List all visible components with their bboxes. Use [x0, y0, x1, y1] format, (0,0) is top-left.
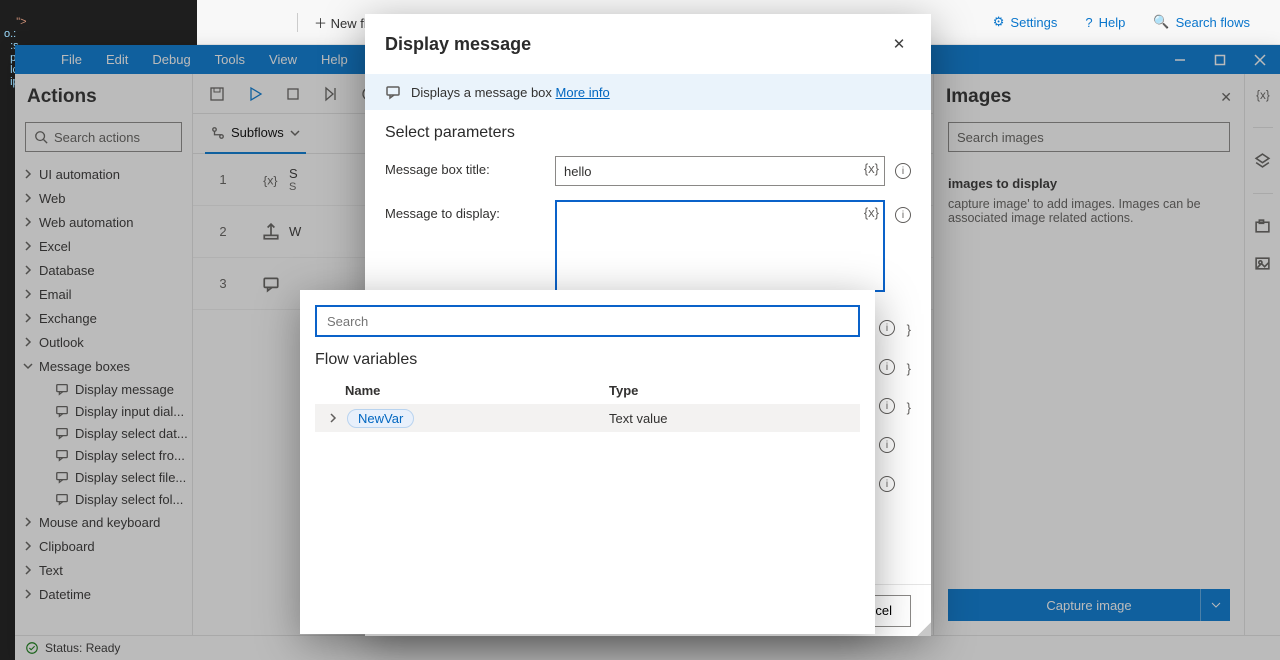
- variable-type: Text value: [609, 411, 668, 426]
- chevron-right-icon: [325, 413, 341, 423]
- variable-pill[interactable]: NewVar: [347, 409, 414, 428]
- message-icon: [385, 84, 401, 100]
- variable-picker-popup: Flow variables Name Type NewVar Text val…: [300, 290, 875, 634]
- more-info-link[interactable]: More info: [556, 85, 610, 100]
- settings-link[interactable]: ⚙ Settings: [993, 14, 1058, 30]
- variable-table-header: Name Type: [315, 377, 860, 404]
- resize-grip[interactable]: [917, 622, 931, 636]
- info-icon[interactable]: i: [879, 359, 895, 375]
- search-flows[interactable]: 🔍 Search flows: [1153, 14, 1250, 30]
- info-icon[interactable]: i: [895, 163, 911, 179]
- variable-search-input[interactable]: [315, 305, 860, 337]
- insert-variable-token[interactable]: {x}: [864, 161, 879, 176]
- info-icon[interactable]: i: [879, 476, 895, 492]
- message-title-label: Message box title:: [385, 156, 545, 177]
- modal-title: Display message: [385, 34, 531, 55]
- modal-description-bar: Displays a message box More info: [365, 74, 931, 110]
- info-icon[interactable]: i: [879, 398, 895, 414]
- help-link[interactable]: ? Help: [1085, 14, 1125, 30]
- flow-variables-heading: Flow variables: [315, 351, 860, 369]
- info-icon[interactable]: i: [879, 320, 895, 336]
- message-body-input[interactable]: [555, 200, 885, 292]
- modal-close-button[interactable]: ✕: [887, 32, 911, 56]
- select-parameters-heading: Select parameters: [385, 124, 911, 142]
- info-icon[interactable]: i: [879, 437, 895, 453]
- message-title-input[interactable]: [555, 156, 885, 186]
- insert-variable-token[interactable]: {x}: [864, 205, 879, 220]
- message-body-label: Message to display:: [385, 200, 545, 221]
- variable-row[interactable]: NewVar Text value: [315, 404, 860, 432]
- info-icon[interactable]: i: [895, 207, 911, 223]
